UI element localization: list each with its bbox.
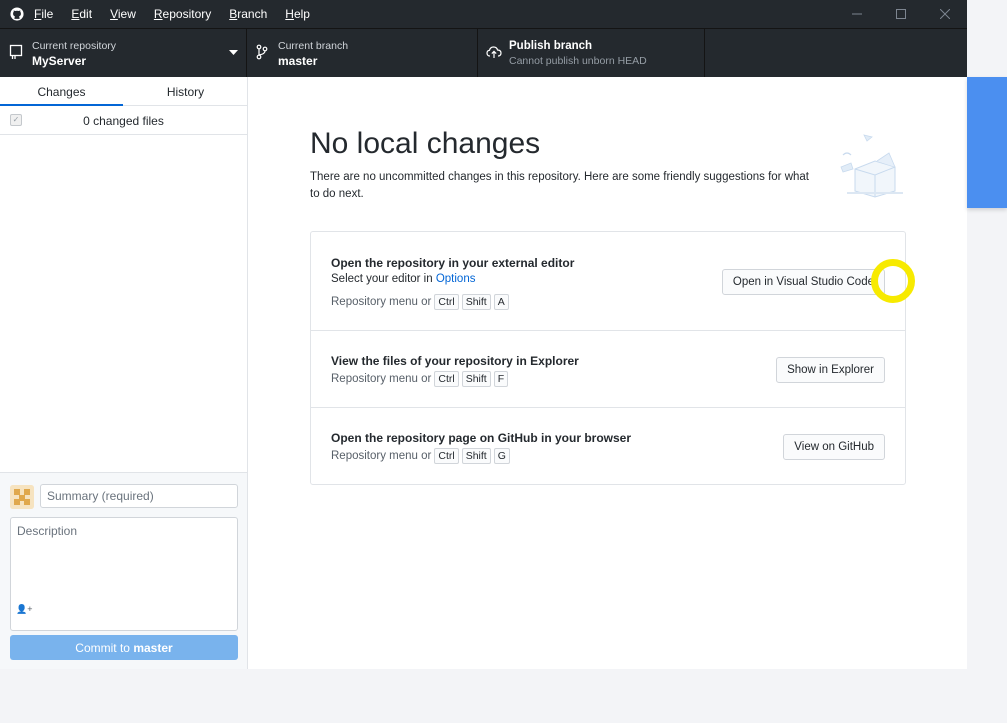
maximize-button[interactable]	[879, 0, 923, 28]
sidebar-tabs: Changes History	[0, 77, 247, 106]
suggestions-list: Open the repository in your external edi…	[310, 231, 906, 485]
show-in-explorer-button[interactable]: Show in Explorer	[776, 357, 885, 383]
shortcut-hint: Repository menu or Ctrl Shift F	[331, 371, 509, 387]
sidebar: Changes History ✓ 0 changed files Summar…	[0, 77, 248, 669]
options-link[interactable]: Options	[436, 273, 476, 285]
menu-bar: File Edit View Repository Branch Help	[34, 0, 328, 28]
suggestion-show-in-explorer: View the files of your repository in Exp…	[311, 331, 905, 408]
open-in-vscode-button[interactable]: Open in Visual Studio Code	[721, 269, 885, 295]
commit-button-prefix: Commit to	[75, 641, 130, 655]
shortcut-hint-text: Repository menu or	[331, 373, 432, 385]
tab-history[interactable]: History	[124, 77, 247, 105]
minimize-button[interactable]	[835, 0, 879, 28]
changed-files-header: ✓ 0 changed files	[0, 106, 247, 135]
key-shift: Shift	[461, 448, 491, 464]
suggestion-view-on-github: Open the repository page on GitHub in yo…	[311, 408, 905, 484]
chevron-down-icon	[229, 50, 238, 55]
empty-state-illustration	[840, 134, 903, 198]
current-branch-dropdown[interactable]: Current branch master	[246, 29, 478, 78]
commit-button-branch: master	[133, 641, 173, 655]
page-subtitle: There are no uncommitted changes in this…	[310, 171, 810, 200]
summary-input[interactable]: Summary (required)	[40, 484, 238, 508]
cursor-highlight	[871, 259, 915, 303]
key-shift: Shift	[461, 371, 491, 387]
minimize-icon	[852, 13, 862, 15]
key-ctrl: Ctrl	[434, 294, 459, 310]
publish-branch-label: Publish branch	[509, 40, 593, 52]
branch-label: Current branch	[278, 40, 349, 52]
repository-label: Current repository	[32, 40, 117, 52]
key-ctrl: Ctrl	[434, 448, 459, 464]
add-co-author-icon[interactable]: 👤+	[16, 604, 32, 615]
key-shift: Shift	[461, 294, 491, 310]
close-button[interactable]	[923, 0, 967, 28]
commit-panel: Summary (required) Description 👤+ Commit…	[0, 472, 247, 669]
shortcut-hint: Repository menu or Ctrl Shift G	[331, 448, 510, 464]
cloud-upload-icon	[486, 46, 502, 58]
repo-icon	[9, 44, 23, 59]
suggestion-description: Select your editor in Options	[331, 273, 475, 285]
shortcut-hint-text: Repository menu or	[331, 296, 432, 308]
close-icon	[940, 9, 950, 19]
menu-file[interactable]: File	[34, 7, 53, 21]
key-ctrl: Ctrl	[434, 371, 459, 387]
avatar	[10, 485, 34, 509]
side-accent-panel	[967, 77, 1007, 208]
menu-view[interactable]: View	[110, 7, 136, 21]
shortcut-hint-text: Repository menu or	[331, 450, 432, 462]
menu-branch[interactable]: Branch	[229, 7, 267, 21]
current-repository-dropdown[interactable]: Current repository MyServer	[0, 29, 247, 78]
menu-help[interactable]: Help	[285, 7, 310, 21]
description-placeholder: Description	[17, 524, 78, 538]
changed-files-count: 0 changed files	[83, 114, 164, 128]
tab-changes[interactable]: Changes	[0, 77, 123, 106]
title-bar: File Edit View Repository Branch Help	[0, 0, 967, 28]
github-desktop-window: File Edit View Repository Branch Help Cu…	[0, 0, 967, 669]
suggestion-description-text: Select your editor in	[331, 273, 433, 285]
menu-edit[interactable]: Edit	[71, 7, 92, 21]
commit-button[interactable]: Commit to master	[10, 635, 238, 660]
repository-name: MyServer	[32, 54, 87, 68]
suggestion-title: View the files of your repository in Exp…	[331, 354, 579, 368]
github-logo-icon	[10, 7, 24, 21]
description-input[interactable]: Description	[10, 517, 238, 631]
publish-branch-subtitle: Cannot publish unborn HEAD	[509, 55, 647, 67]
publish-branch-button[interactable]: Publish branch Cannot publish unborn HEA…	[477, 29, 705, 78]
branch-icon	[256, 44, 268, 60]
page-title: No local changes	[310, 127, 541, 160]
suggestion-external-editor: Open the repository in your external edi…	[311, 232, 905, 331]
menu-repository[interactable]: Repository	[154, 7, 211, 21]
suggestion-title: Open the repository page on GitHub in yo…	[331, 431, 632, 445]
branch-name: master	[278, 54, 318, 68]
maximize-icon	[896, 9, 906, 19]
key-g: G	[493, 448, 510, 464]
main-panel: No local changes There are no uncommitte…	[248, 77, 967, 669]
shortcut-hint: Repository menu or Ctrl Shift A	[331, 294, 509, 310]
toolbar: Current repository MyServer Current bran…	[0, 28, 967, 78]
key-f: F	[493, 371, 509, 387]
view-on-github-button[interactable]: View on GitHub	[783, 434, 885, 460]
suggestion-title: Open the repository in your external edi…	[331, 256, 575, 270]
key-a: A	[493, 294, 509, 310]
